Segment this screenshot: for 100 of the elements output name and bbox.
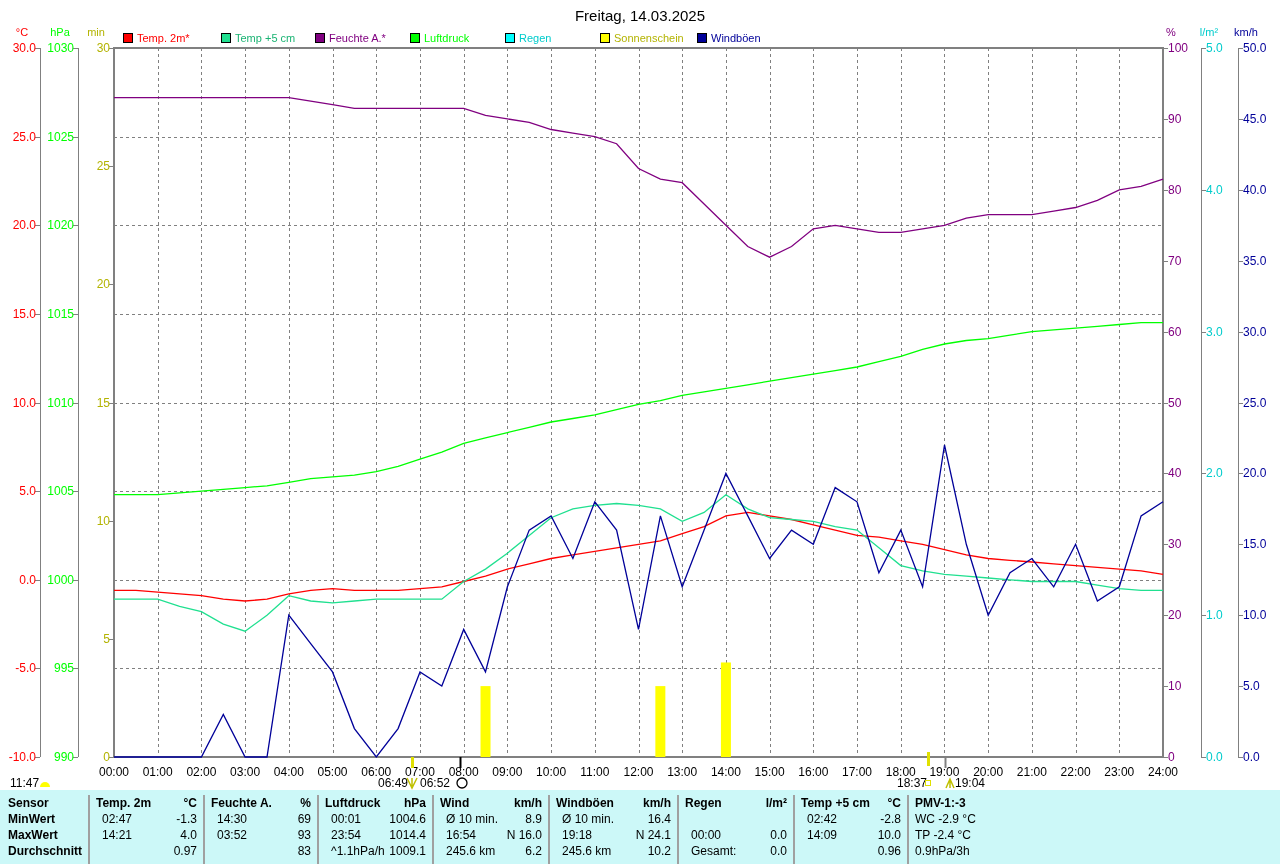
sunrise-marker [411,757,414,768]
table-cell: 4.0 [180,827,197,843]
axis-tick-label: 19:00 [929,765,960,779]
axis-unit: % [1166,26,1176,38]
table-cell-text: 245.6 km [445,843,496,859]
axis-tick-label: 1010 [47,395,74,410]
table-cell: 0.9hPa/3h [915,843,970,859]
table-cell: 0.0 [770,843,787,859]
axis-tick-label: 24:00 [1148,765,1178,779]
sunshine-bar [655,686,666,757]
sunrise-time: 06:49 [378,776,409,790]
axis-tick-label: 50 [1168,395,1182,410]
row-label: MinWert [8,811,57,827]
table-cell: 83 [297,843,311,859]
legend-label: Temp +5 cm [235,32,296,44]
column-header: Regen [685,795,722,811]
axis-tick-label: 20.0 [1243,466,1267,481]
axis-tick-label: 0 [103,750,110,764]
sunset-marker [927,752,930,766]
axis-tick-label: 30.0 [12,41,36,55]
axis-tick-label: 2.0 [1206,466,1223,481]
axis-tick-label: 06:00 [361,765,392,779]
axis-tick-label: 08:00 [448,765,479,779]
axis-tick-label: 40 [1168,466,1182,481]
table-cell-text: 14:21 [101,827,133,843]
moonrise-time: 11:47 [10,776,40,790]
axis-tick-label: 07:00 [404,765,435,779]
axis-tick-label: 25.0 [1243,395,1267,410]
table-cell: 1004.6 [389,811,426,827]
axis-unit: km/h [1234,26,1258,38]
axis-tick-label: 01:00 [142,765,173,779]
axis-tick-label: 20:00 [973,765,1004,779]
axis-tick-label: 0 [1168,750,1175,764]
table-cell: 0.0 [770,827,787,843]
axis-tick-label: 4.0 [1206,182,1223,197]
axis-tick-label: 03:00 [230,765,261,779]
legend-label: Sonnenschein [614,32,684,44]
legend-label: Luftdruck [424,32,470,44]
table-cell: 10.0 [877,827,901,843]
sunset-time: 18:37 [897,776,928,790]
axis-tick-label: 990 [53,750,74,764]
circle-icon [456,777,468,789]
column-header: Feuchte A. [211,795,272,811]
axis-tick-label: 15.0 [12,306,36,321]
axis-tick-label: 30 [1168,537,1182,552]
axis-tick-label: 04:00 [273,765,304,779]
axis-tick-label: 10 [96,513,110,528]
table-cell: 6.2 [525,843,542,859]
axis-tick-label: -10.0 [8,750,36,764]
unit-label: % [300,795,311,811]
unit-label: °C [887,795,901,811]
table-cell: -1.3 [176,811,197,827]
axis-tick-label: 17:00 [842,765,873,779]
axis-tick-label: 10.0 [12,395,36,410]
axis-tick-label: 60 [1168,324,1182,339]
axis-tick-label: 20 [96,277,110,292]
axis-tick-label: 20 [1168,608,1182,623]
table-cell-text: 00:00 [690,827,722,843]
axis-tick-label: 50.0 [1243,41,1267,55]
axis-tick-label: 70 [1168,253,1182,268]
axis-tick-label: 1000 [47,572,74,587]
table-cell-text: 00:01 [330,811,362,827]
table-cell-text: 16:54 [445,827,477,843]
column-header: Luftdruck [325,795,381,811]
table-cell-text: 02:42 [806,811,838,827]
axis-tick-label: 16:00 [798,765,829,779]
axis-tick-label: 1015 [47,306,74,321]
table-cell: -2.8 [880,811,901,827]
unit-label: °C [183,795,197,811]
arrow-up-icon [945,777,955,789]
axis-tick-label: 09:00 [492,765,523,779]
table-cell-text: 02:47 [101,811,133,827]
table-cell: 10.2 [647,843,671,859]
table-cell-text: 03:52 [216,827,248,843]
axis-tick-label: 10.0 [1243,608,1267,623]
axis-unit: °C [15,26,29,38]
column-header: Windböen [556,795,614,811]
table-cell-text: 14:30 [216,811,248,827]
column-header: Sensor [8,795,50,811]
axis-tick-label: 1005 [47,484,74,499]
axis-tick-label: 23:00 [1104,765,1135,779]
column-header: Temp +5 cm [801,795,870,811]
axis-tick-label: 5.0 [1206,41,1223,55]
axis-tick-label: 15:00 [754,765,785,779]
axis-tick-label: 25.0 [12,129,36,144]
axis-tick-label: 02:00 [186,765,217,779]
axis-unit: hPa [50,26,70,38]
legend-label: Temp. 2m* [137,32,190,44]
legend-label: Windböen [711,32,761,44]
column-header: Temp. 2m [96,795,152,811]
axis-tick-label: 15 [96,395,110,410]
table-cell: N 16.0 [506,827,542,843]
table-cell-text: 14:09 [806,827,838,843]
table-cell: WC -2.9 °C [915,811,976,827]
axis-tick-label: 05:00 [317,765,348,779]
axis-tick-label: 00:00 [99,765,129,779]
axis-tick-label: 0.0 [1206,750,1223,764]
axis-tick-label: 30.0 [1243,324,1267,339]
table-cell: TP -2.4 °C [915,827,971,843]
table-cell: 8.9 [525,811,542,827]
